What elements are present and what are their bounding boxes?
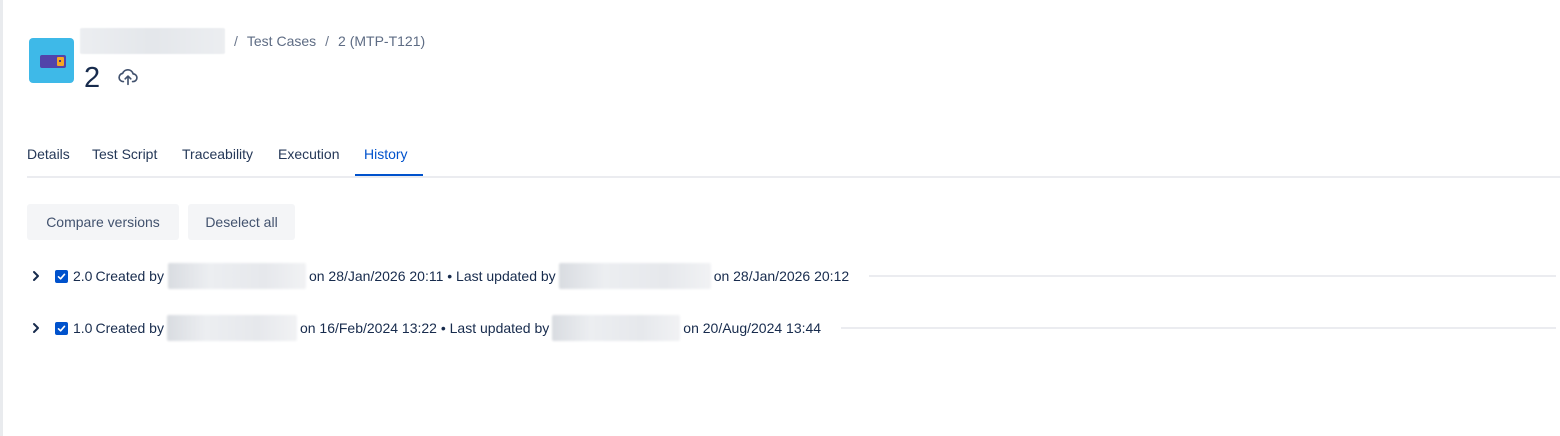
breadcrumb-separator: / — [325, 33, 330, 49]
updated-on-text: on 20/Aug/2024 13:44 — [683, 320, 822, 336]
cloud-upload-icon[interactable] — [117, 66, 139, 88]
deselect-all-button[interactable]: Deselect all — [188, 204, 295, 240]
checkmark-icon — [57, 325, 66, 332]
expand-chevron-icon[interactable] — [29, 269, 43, 283]
project-avatar[interactable] — [29, 38, 74, 83]
tab-execution[interactable]: Execution — [278, 146, 339, 162]
tab-test-script[interactable]: Test Script — [92, 146, 157, 162]
tabs-divider — [27, 176, 1560, 178]
version-checkbox[interactable] — [55, 321, 68, 335]
breadcrumb-test-cases[interactable]: Test Cases — [247, 33, 316, 49]
version-number: 2.0 — [73, 268, 93, 284]
created-by-label: Created by — [95, 268, 164, 284]
creator-redacted — [167, 263, 306, 289]
breadcrumb: / Test Cases / 2 (MTP-T121) — [80, 28, 425, 54]
breadcrumb-separator: / — [234, 33, 238, 49]
tab-traceability[interactable]: Traceability — [182, 146, 253, 162]
page-title: 2 — [84, 62, 101, 94]
updater-redacted — [558, 263, 711, 289]
created-on-text: on 16/Feb/2024 13:22 • Last updated by — [299, 320, 550, 336]
version-row: 1.0 Created by on 16/Feb/2024 13:22 • La… — [27, 313, 1560, 343]
created-on-text: on 28/Jan/2026 20:11 • Last updated by — [308, 268, 556, 284]
tab-history[interactable]: History — [364, 146, 408, 162]
created-by-label: Created by — [95, 320, 164, 336]
creator-redacted — [166, 315, 297, 341]
checkmark-icon — [57, 273, 66, 280]
updated-on-text: on 28/Jan/2026 20:12 — [713, 268, 850, 284]
version-checkbox[interactable] — [55, 269, 68, 283]
version-row: 2.0 Created by on 28/Jan/2026 20:11 • La… — [27, 261, 1560, 291]
version-number: 1.0 — [73, 320, 93, 336]
active-tab-indicator — [355, 174, 423, 176]
breadcrumb-project-redacted[interactable] — [80, 28, 225, 54]
compare-versions-button[interactable]: Compare versions — [27, 204, 179, 240]
expand-chevron-icon[interactable] — [29, 321, 43, 335]
project-briefcase-icon — [39, 54, 66, 68]
tab-details[interactable]: Details — [27, 146, 70, 162]
updater-redacted — [552, 315, 681, 341]
row-divider — [869, 275, 1556, 277]
row-divider — [841, 327, 1556, 329]
breadcrumb-test-case-key[interactable]: 2 (MTP-T121) — [338, 33, 425, 49]
left-edge — [0, 0, 3, 436]
